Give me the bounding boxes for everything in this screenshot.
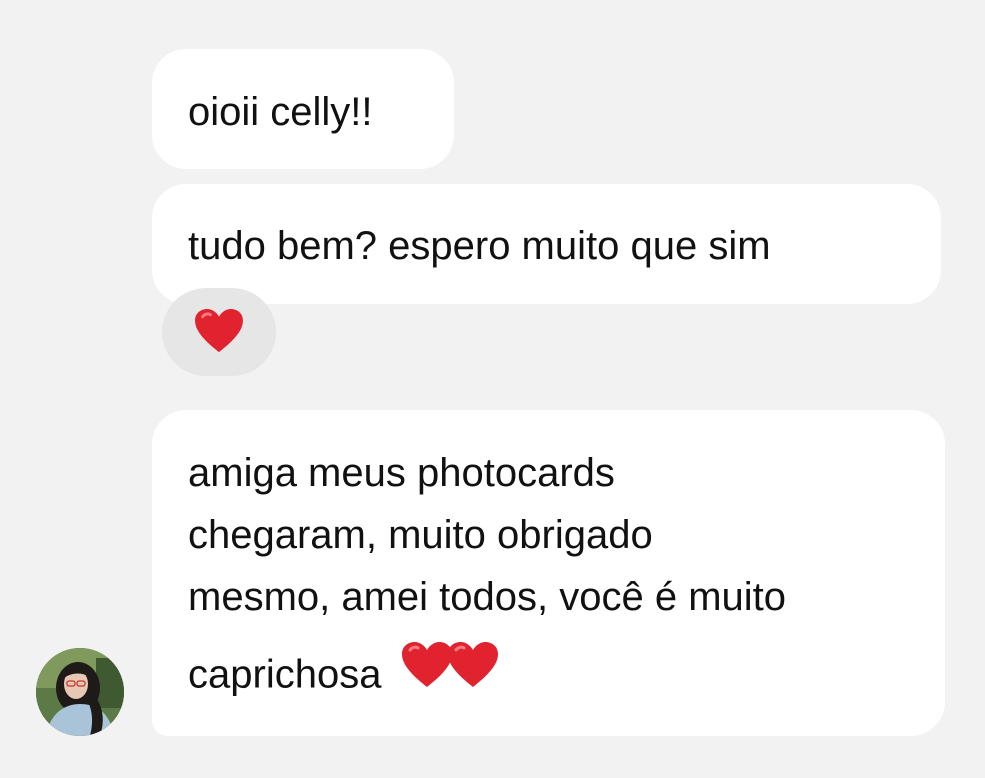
red-heart-icon bbox=[447, 641, 499, 689]
message-bubble[interactable]: tudo bem? espero muito que sim bbox=[152, 184, 941, 304]
avatar[interactable] bbox=[36, 648, 124, 736]
profile-photo-icon bbox=[36, 648, 124, 736]
red-heart-icon bbox=[194, 308, 244, 354]
red-heart-icon bbox=[401, 641, 453, 689]
message-bubble[interactable]: amiga meus photocards chegaram, muito ob… bbox=[152, 410, 945, 736]
message-text: oioii celly!! bbox=[188, 90, 373, 134]
message-text: tudo bem? espero muito que sim bbox=[188, 224, 771, 268]
message-bubble[interactable]: oioii celly!! bbox=[152, 49, 454, 169]
message-text-line-last: caprichosa bbox=[188, 642, 499, 701]
message-text-line: amiga meus photocards bbox=[188, 451, 615, 495]
message-text-line: chegaram, muito obrigado bbox=[188, 513, 653, 557]
message-reaction[interactable] bbox=[162, 288, 276, 376]
message-text: caprichosa bbox=[188, 652, 382, 697]
message-text-line: mesmo, amei todos, você é muito bbox=[188, 575, 787, 619]
